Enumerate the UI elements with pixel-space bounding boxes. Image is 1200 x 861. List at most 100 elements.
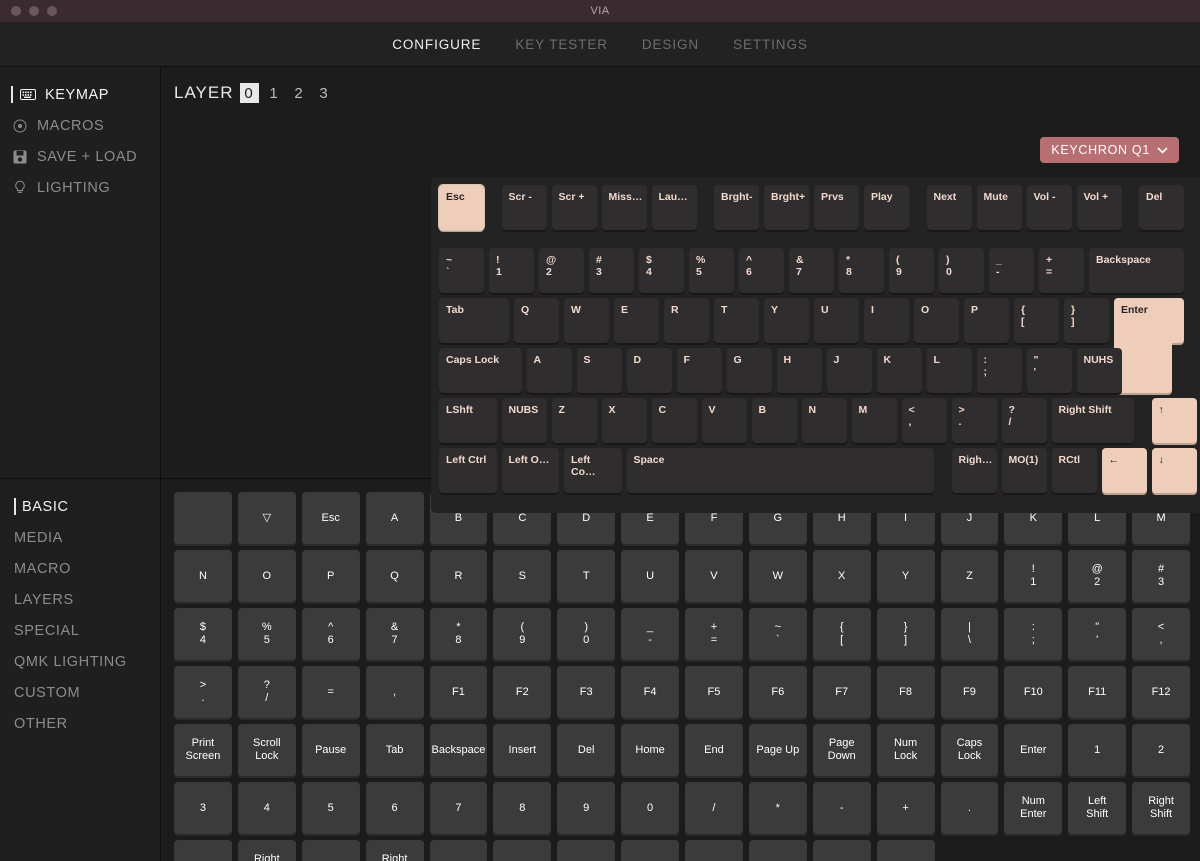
key-picker-key[interactable]: P: [302, 550, 360, 602]
key-picker-key[interactable]: Left Alt: [430, 840, 488, 861]
key-picker-key[interactable]: Insert: [493, 724, 551, 776]
key-picker-key[interactable]: Right Alt: [493, 840, 551, 861]
key-picker-key[interactable]: ▽: [238, 492, 296, 544]
key-picker-key[interactable]: End: [685, 724, 743, 776]
keymap-key[interactable]: O: [914, 298, 959, 343]
keymap-key[interactable]: > .: [952, 398, 997, 443]
keymap-key[interactable]: Q: [514, 298, 559, 343]
keymap-key[interactable]: Right Shift: [1052, 398, 1135, 443]
key-picker-key[interactable]: Up: [813, 840, 871, 861]
key-picker-key[interactable]: 1: [1068, 724, 1126, 776]
key-picker-key[interactable]: Page Up: [749, 724, 807, 776]
keymap-key[interactable]: & 7: [789, 248, 834, 293]
keymap-key[interactable]: Vol -: [1027, 185, 1072, 230]
keymap-key[interactable]: Brght+: [764, 185, 809, 230]
key-picker-key[interactable]: RightWin: [366, 840, 424, 861]
key-picker-key[interactable]: Backspace: [430, 724, 488, 776]
keymap-key[interactable]: E: [614, 298, 659, 343]
key-picker-key[interactable]: &7: [366, 608, 424, 660]
key-picker-key[interactable]: )0: [557, 608, 615, 660]
key-picker-key[interactable]: V: [685, 550, 743, 602]
keymap-key[interactable]: B: [752, 398, 797, 443]
key-picker-key[interactable]: F5: [685, 666, 743, 718]
keymap-key[interactable]: Backspace: [1089, 248, 1184, 293]
keymap-key[interactable]: Scr -: [502, 185, 547, 230]
key-picker-key[interactable]: R: [430, 550, 488, 602]
key-picker-key[interactable]: $4: [174, 608, 232, 660]
key-picker-key[interactable]: Enter: [1004, 724, 1062, 776]
keymap-key[interactable]: H: [777, 348, 822, 393]
key-picker-key[interactable]: :;: [1004, 608, 1062, 660]
key-picker-key[interactable]: PageDown: [813, 724, 871, 776]
keymap-key[interactable]: + =: [1039, 248, 1084, 293]
key-picker-key[interactable]: N: [174, 550, 232, 602]
keymap-key[interactable]: Scr +: [552, 185, 597, 230]
key-picker-key[interactable]: {[: [813, 608, 871, 660]
key-picker-key[interactable]: S: [493, 550, 551, 602]
key-picker-key[interactable]: F2: [493, 666, 551, 718]
keymap-key[interactable]: Righ…: [952, 448, 997, 493]
keymap-key[interactable]: ( 9: [889, 248, 934, 293]
layer-option-2[interactable]: 2: [290, 83, 309, 103]
layer-option-1[interactable]: 1: [265, 83, 284, 103]
keymap-key[interactable]: Space: [627, 448, 935, 493]
key-picker-key[interactable]: A: [366, 492, 424, 544]
keymap-key[interactable]: Play: [864, 185, 909, 230]
key-picker-key[interactable]: F12: [1132, 666, 1190, 718]
keymap-key[interactable]: U: [814, 298, 859, 343]
key-picker-key[interactable]: ?/: [238, 666, 296, 718]
key-picker-key[interactable]: F11: [1068, 666, 1126, 718]
key-picker-key[interactable]: ScrollLock: [238, 724, 296, 776]
keymap-key[interactable]: ←: [1102, 448, 1147, 493]
key-picker-key[interactable]: F3: [557, 666, 615, 718]
layer-option-0[interactable]: 0: [240, 83, 259, 103]
key-picker-key[interactable]: LeftShift: [1068, 782, 1126, 834]
keymap-key[interactable]: { [: [1014, 298, 1059, 343]
keymap-key[interactable]: } ]: [1064, 298, 1109, 343]
sidebar-item-media[interactable]: MEDIA: [0, 522, 160, 553]
keymap-key[interactable]: Enter: [1114, 298, 1172, 393]
keymap-key[interactable]: Left Ctrl: [439, 448, 497, 493]
sidebar-item-layers[interactable]: LAYERS: [0, 584, 160, 615]
key-picker-key[interactable]: /: [685, 782, 743, 834]
layer-option-3[interactable]: 3: [315, 83, 334, 103]
sidebar-item-other[interactable]: OTHER: [0, 708, 160, 739]
key-picker-key[interactable]: Down: [749, 840, 807, 861]
sidebar-item-save-load[interactable]: SAVE + LOAD: [0, 141, 160, 172]
key-picker-key[interactable]: F8: [877, 666, 935, 718]
key-picker-key[interactable]: (9: [493, 608, 551, 660]
keymap-key[interactable]: Prvs: [814, 185, 859, 230]
key-picker-key[interactable]: ^6: [302, 608, 360, 660]
keymap-key[interactable]: % 5: [689, 248, 734, 293]
keymap-key[interactable]: MO(1): [1002, 448, 1047, 493]
key-picker-key[interactable]: Z: [941, 550, 999, 602]
sidebar-item-basic[interactable]: BASIC: [0, 491, 160, 522]
keymap-key[interactable]: Del: [1139, 185, 1184, 230]
keymap-key[interactable]: Brght-: [714, 185, 759, 230]
key-picker-key[interactable]: Pause: [302, 724, 360, 776]
keymap-key[interactable]: Lau…: [652, 185, 697, 230]
keymap-key[interactable]: R: [664, 298, 709, 343]
key-picker-key[interactable]: .: [941, 782, 999, 834]
key-picker-key[interactable]: <,: [1132, 608, 1190, 660]
keymap-key[interactable]: ^ 6: [739, 248, 784, 293]
keymap-key[interactable]: X: [602, 398, 647, 443]
tab-configure[interactable]: CONFIGURE: [392, 37, 481, 52]
keymap-key[interactable]: T: [714, 298, 759, 343]
keymap-key[interactable]: Caps Lock: [439, 348, 522, 393]
keymap-key[interactable]: ~ `: [439, 248, 484, 293]
key-picker-key[interactable]: 3: [174, 782, 232, 834]
keymap-key[interactable]: V: [702, 398, 747, 443]
key-picker-key[interactable]: T: [557, 550, 615, 602]
keymap-key[interactable]: ↓: [1152, 448, 1197, 493]
keymap-key[interactable]: Esc: [439, 185, 484, 230]
keymap-key[interactable]: F: [677, 348, 722, 393]
key-picker-key[interactable]: 9: [557, 782, 615, 834]
keymap-key[interactable]: Z: [552, 398, 597, 443]
key-picker-key[interactable]: %5: [238, 608, 296, 660]
key-picker-key[interactable]: W: [749, 550, 807, 602]
keymap-key[interactable]: LShft: [439, 398, 497, 443]
sidebar-item-qmk-lighting[interactable]: QMK LIGHTING: [0, 646, 160, 677]
key-picker-key[interactable]: @2: [1068, 550, 1126, 602]
key-picker-key[interactable]: F9: [941, 666, 999, 718]
